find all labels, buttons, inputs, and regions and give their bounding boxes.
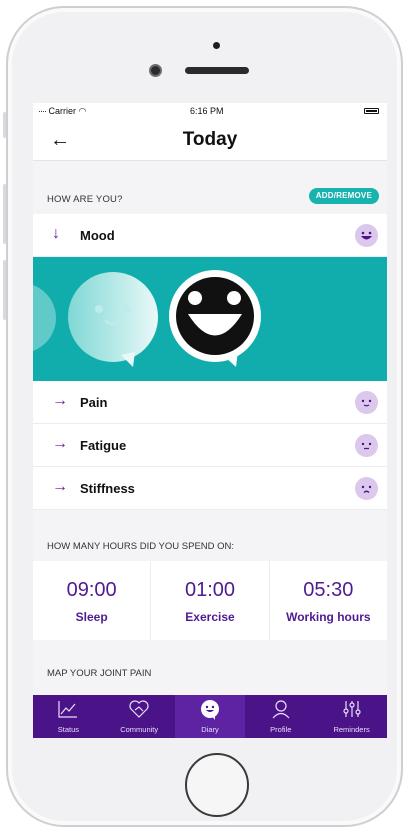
section-title: HOW ARE YOU? — [47, 194, 123, 205]
tab-label: Profile — [270, 725, 292, 734]
tab-profile[interactable]: Profile — [245, 695, 316, 738]
symptom-label: Pain — [80, 395, 108, 410]
tab-label: Status — [57, 725, 80, 734]
arrow-down-icon: ↓ — [52, 225, 60, 242]
symptom-row-mood[interactable]: ↓ Mood — [33, 214, 387, 257]
hours-label: Exercise — [185, 610, 235, 624]
clock: 6:16 PM — [190, 106, 224, 116]
mood-carousel — [33, 270, 261, 367]
earpiece-speaker — [185, 67, 249, 74]
arrow-right-icon: → — [52, 478, 68, 495]
mood-picker[interactable] — [33, 257, 387, 381]
sad-face-icon — [355, 477, 378, 500]
hours-panel: 09:00 Sleep 01:00 Exercise 05:30 Working… — [33, 561, 387, 640]
volume-down-button — [3, 260, 6, 320]
arrow-right-icon: → — [52, 392, 68, 409]
status-bar: ···· Carrier ◠ 6:16 PM — [33, 103, 387, 119]
hours-label: Working hours — [286, 610, 371, 624]
nav-bar: ← Today — [33, 119, 387, 161]
tab-community[interactable]: Community — [104, 695, 175, 738]
hours-exercise[interactable]: 01:00 Exercise — [151, 561, 270, 640]
proximity-sensor — [213, 42, 220, 49]
add-remove-button[interactable]: ADD/REMOVE — [308, 188, 379, 204]
volume-up-button — [3, 184, 6, 244]
hours-label: Sleep — [75, 610, 108, 624]
tab-status[interactable]: Status — [33, 695, 104, 738]
tab-diary[interactable]: Diary — [174, 695, 246, 738]
symptom-row-stiffness[interactable]: → Stiffness — [33, 467, 387, 510]
tab-label: Reminders — [333, 725, 370, 734]
neutral-face-icon — [355, 391, 378, 414]
symptom-label: Mood — [80, 228, 115, 243]
hours-working[interactable]: 05:30 Working hours — [270, 561, 387, 640]
wifi-icon: ◠ — [78, 106, 87, 116]
happy-face-icon — [355, 224, 378, 247]
symptom-row-pain[interactable]: → Pain — [33, 381, 387, 424]
map-header: MAP YOUR JOINT PAIN — [33, 640, 387, 697]
smile-bubble-icon — [200, 700, 219, 720]
symptom-label: Fatigue — [80, 438, 127, 453]
front-camera — [149, 64, 162, 77]
hours-value: 09:00 — [66, 579, 117, 601]
tab-label: Diary — [201, 725, 219, 734]
tab-label: Community — [120, 725, 159, 734]
tab-reminders[interactable]: Reminders — [316, 695, 387, 738]
sliders-icon — [342, 701, 361, 717]
mood-option-slight-smile[interactable] — [68, 272, 158, 367]
symptom-row-fatigue[interactable]: → Fatigue — [33, 424, 387, 467]
symptom-label: Stiffness — [80, 481, 135, 496]
person-icon — [272, 700, 290, 719]
hours-value: 05:30 — [303, 579, 354, 601]
hours-sleep[interactable]: 09:00 Sleep — [33, 561, 152, 640]
arrow-right-icon: → — [52, 435, 68, 452]
page-title: Today — [182, 129, 238, 150]
mute-switch — [3, 112, 6, 138]
battery-icon — [364, 108, 379, 114]
hours-header: HOW MANY HOURS DID YOU SPEND ON: — [33, 510, 387, 561]
neutral-face-icon — [355, 434, 378, 457]
mood-option-partial[interactable] — [33, 283, 56, 353]
section-title: MAP YOUR JOINT PAIN — [47, 668, 152, 679]
app-screen: ···· Carrier ◠ 6:16 PM ← Today HOW ARE Y… — [33, 103, 387, 738]
chart-icon — [58, 701, 78, 718]
mood-option-big-smile[interactable] — [169, 270, 261, 367]
how-are-you-header: HOW ARE YOU? ADD/REMOVE — [33, 161, 387, 214]
tab-bar: Status Community Diary Profile Reminders — [33, 695, 387, 738]
section-title: HOW MANY HOURS DID YOU SPEND ON: — [47, 541, 235, 552]
hours-value: 01:00 — [184, 579, 236, 601]
carrier-label: ···· Carrier ◠ — [38, 106, 87, 116]
home-button[interactable] — [185, 753, 249, 817]
heart-handshake-icon — [129, 700, 149, 718]
